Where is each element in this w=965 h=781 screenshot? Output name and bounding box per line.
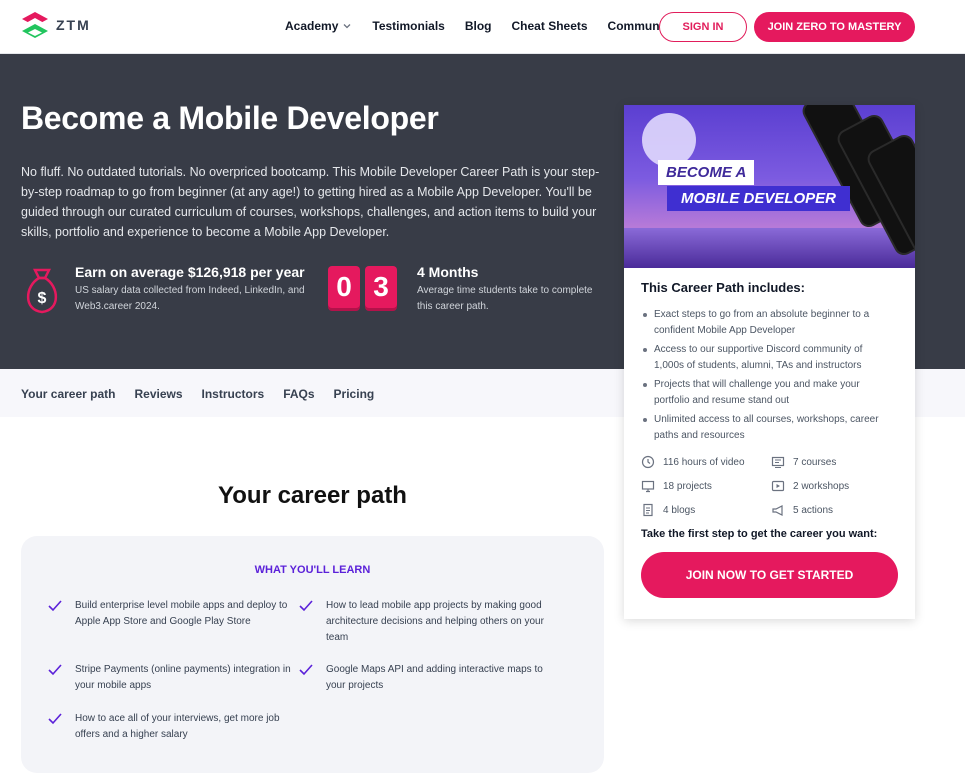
list-item: Projects that will challenge you and mak… <box>641 377 886 409</box>
hero-description: No fluff. No outdated tutorials. No over… <box>21 165 600 239</box>
nav-testimonials[interactable]: Testimonials <box>372 19 444 33</box>
salary-title: Earn on average $126,918 per year <box>75 264 305 280</box>
feature-label: 116 hours of video <box>663 456 745 468</box>
svg-text:$: $ <box>38 290 47 307</box>
list-item: Unlimited access to all courses, worksho… <box>641 412 886 444</box>
logo-icon <box>22 12 48 38</box>
features-grid: 116 hours of video 7 courses 18 projects… <box>641 454 898 518</box>
months-stat: 4 Months Average time students take to c… <box>417 264 607 315</box>
months-digits: 0 3 <box>328 266 397 308</box>
list-item: Access to our supportive Discord communi… <box>641 342 886 374</box>
learn-text: How to lead mobile app projects by makin… <box>326 600 544 643</box>
play-icon <box>771 480 785 492</box>
banner-badge-line2: MOBILE DEVELOPER <box>667 186 851 211</box>
tab-reviews[interactable]: Reviews <box>134 387 182 401</box>
months-title: 4 Months <box>417 264 479 280</box>
feature-label: 18 projects <box>663 480 712 492</box>
logo-text: ZTM <box>56 17 91 33</box>
feature-label: 2 workshops <box>793 480 850 492</box>
take-step-text: Take the first step to get the career yo… <box>641 528 878 540</box>
check-icon <box>48 713 62 725</box>
moon-shape <box>642 113 696 167</box>
feature-label: 5 actions <box>793 504 834 516</box>
digit-tens: 0 <box>328 266 360 308</box>
feature-label: 7 courses <box>793 456 837 468</box>
career-path-title: Your career path <box>218 482 407 509</box>
feature-label: 4 blogs <box>663 504 696 516</box>
tab-pricing[interactable]: Pricing <box>334 387 375 401</box>
join-button[interactable]: JOIN ZERO TO MASTERY <box>754 12 915 42</box>
learn-text: Google Maps API and adding interactive m… <box>326 664 543 691</box>
learn-text: Stripe Payments (online payments) integr… <box>75 664 291 691</box>
feature-courses: 7 courses <box>771 454 901 470</box>
learn-item: How to ace all of your interviews, get m… <box>47 711 297 743</box>
nav-blog[interactable]: Blog <box>465 19 492 33</box>
top-nav: ZTM Academy Testimonials Blog Cheat Shee… <box>0 0 965 54</box>
includes-list: Exact steps to go from an absolute begin… <box>641 307 898 444</box>
document-icon <box>643 503 653 517</box>
learn-text: How to ace all of your interviews, get m… <box>75 713 280 740</box>
join-now-button[interactable]: JOIN NOW TO GET STARTED <box>641 552 898 598</box>
card-banner-image: BECOME A MOBILE DEVELOPER <box>624 105 915 268</box>
landscape-shape <box>624 228 915 268</box>
learn-item: Build enterprise level mobile apps and d… <box>47 598 297 630</box>
learn-heading: WHAT YOU'LL LEARN <box>254 564 371 576</box>
courses-icon <box>771 456 785 468</box>
check-icon <box>48 600 62 612</box>
learn-item: How to lead mobile app projects by makin… <box>298 598 548 646</box>
feature-hours: 116 hours of video <box>641 454 771 470</box>
learn-item: Stripe Payments (online payments) integr… <box>47 662 297 694</box>
digit-ones: 3 <box>365 266 397 308</box>
career-path-card: BECOME A MOBILE DEVELOPER This Career Pa… <box>624 105 915 619</box>
check-icon <box>299 664 313 676</box>
what-youll-learn-box: WHAT YOU'LL LEARN Build enterprise level… <box>21 536 604 773</box>
clock-icon <box>641 455 655 469</box>
learn-text: Build enterprise level mobile apps and d… <box>75 600 288 627</box>
nav-academy[interactable]: Academy <box>285 19 352 33</box>
tab-career-path[interactable]: Your career path <box>21 387 115 401</box>
nav-links: Academy Testimonials Blog Cheat Sheets C… <box>285 19 694 33</box>
feature-projects: 18 projects <box>641 478 771 494</box>
salary-stat: $ Earn on average $126,918 per year US s… <box>21 264 305 316</box>
check-icon <box>299 600 313 612</box>
months-sub: Average time students take to complete t… <box>417 285 593 312</box>
check-icon <box>48 664 62 676</box>
money-bag-icon: $ <box>26 268 58 314</box>
salary-sub: US salary data collected from Indeed, Li… <box>75 285 305 312</box>
megaphone-icon <box>772 505 783 516</box>
feature-blogs: 4 blogs <box>641 502 771 518</box>
page-title: Become a Mobile Developer <box>21 100 439 136</box>
banner-badge-line1: BECOME A <box>658 160 755 185</box>
feature-workshops: 2 workshops <box>771 478 901 494</box>
nav-cheat-sheets[interactable]: Cheat Sheets <box>512 19 588 33</box>
sign-in-button[interactable]: SIGN IN <box>659 12 747 42</box>
monitor-icon <box>641 480 655 493</box>
learn-item: Google Maps API and adding interactive m… <box>298 662 548 694</box>
list-item: Exact steps to go from an absolute begin… <box>641 307 886 339</box>
chevron-down-icon <box>343 24 351 29</box>
feature-actions: 5 actions <box>771 502 901 518</box>
nav-academy-label: Academy <box>285 19 339 33</box>
tab-instructors[interactable]: Instructors <box>202 387 265 401</box>
tab-faqs[interactable]: FAQs <box>283 387 314 401</box>
includes-title: This Career Path includes: <box>641 280 805 295</box>
ztm-logo[interactable]: ZTM <box>20 10 91 40</box>
